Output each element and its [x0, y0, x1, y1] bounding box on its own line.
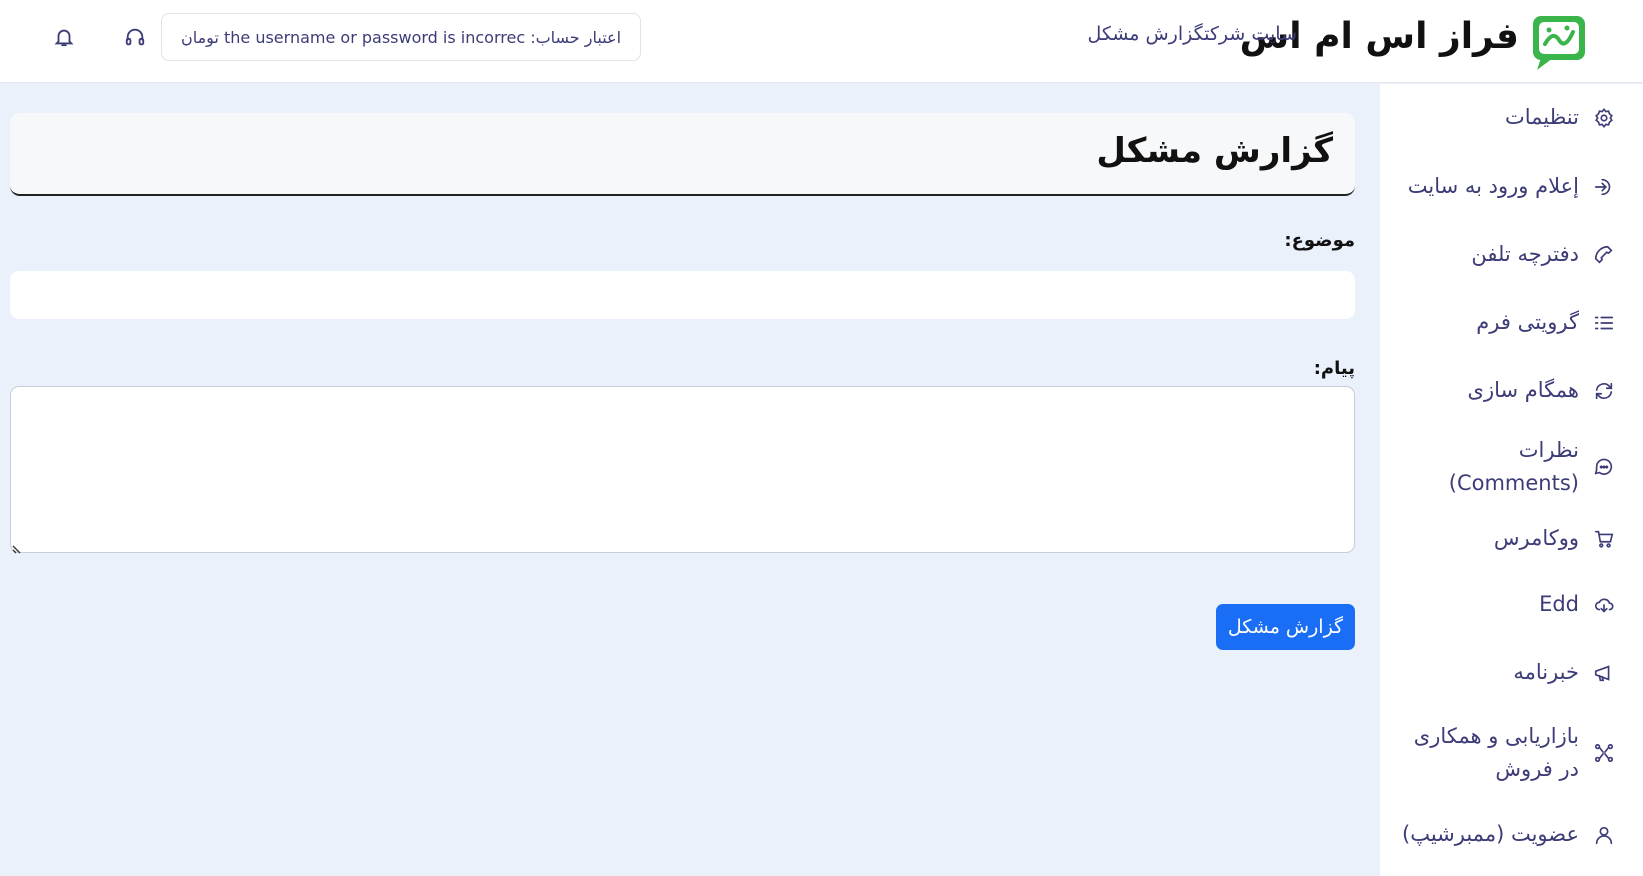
cloud-download-icon	[1593, 594, 1615, 616]
sidebar: تنظیمات إعلام ورود به سایت دفترچه تلفن گ…	[1380, 84, 1643, 876]
sidebar-item-comments[interactable]: نظرات (Comments)	[1380, 434, 1643, 500]
sidebar-item-edd[interactable]: Edd	[1380, 588, 1643, 621]
sidebar-item-label: Edd	[1539, 592, 1579, 616]
sidebar-item-label: دفترچه تلفن	[1471, 242, 1579, 266]
sidebar-item-gravity-forms[interactable]: گرویتی فرم	[1380, 306, 1643, 339]
megaphone-icon	[1593, 662, 1615, 684]
sidebar-item-settings[interactable]: تنظیمات	[1380, 101, 1643, 134]
sidebar-item-sync[interactable]: همگام سازی	[1380, 374, 1643, 407]
sidebar-item-label: عضویت (ممبرشیپ)	[1402, 822, 1579, 846]
breadcrumb: سایت شرکتگزارش مشکل	[1087, 23, 1297, 45]
network-icon	[1593, 742, 1615, 764]
sidebar-item-label: بازاریابی و همکاری در فروش	[1413, 724, 1579, 781]
report-problem-button[interactable]: گزارش مشکل	[1216, 604, 1355, 650]
bell-icon[interactable]	[53, 26, 75, 48]
headset-icon[interactable]	[124, 26, 146, 48]
resize-handle-icon[interactable]	[12, 539, 24, 554]
sidebar-item-label: همگام سازی	[1467, 378, 1579, 402]
sync-icon	[1593, 380, 1615, 402]
subject-label: موضوع:	[1284, 230, 1355, 251]
gear-icon	[1593, 107, 1615, 129]
subject-input[interactable]	[10, 271, 1355, 319]
account-credit-box: اعتبار حساب: the username or password is…	[161, 13, 641, 61]
faraz-sms-logo-icon[interactable]	[1519, 6, 1599, 74]
user-icon	[1593, 824, 1615, 846]
sidebar-item-newsletter[interactable]: خبرنامه	[1380, 656, 1643, 689]
sidebar-item-label: تنظیمات	[1504, 105, 1579, 129]
sidebar-item-label: گرویتی فرم	[1476, 310, 1579, 334]
top-header: فراز اس ام اس سایت شرکتگزارش مشکل اعتبار…	[0, 0, 1643, 83]
message-textarea[interactable]	[10, 386, 1355, 553]
sidebar-item-woocommerce[interactable]: ووکامرس	[1380, 522, 1643, 555]
sidebar-item-label: إعلام ورود به سایت	[1407, 174, 1579, 198]
phone-icon	[1593, 244, 1615, 266]
page-title-card: گزارش مشکل	[10, 113, 1355, 196]
message-label: پیام:	[1313, 358, 1355, 379]
page-title: گزارش مشکل	[1096, 131, 1333, 171]
sidebar-item-label: ووکامرس	[1493, 526, 1579, 550]
sidebar-item-phonebook[interactable]: دفترچه تلفن	[1380, 238, 1643, 271]
comments-icon	[1593, 456, 1615, 478]
cart-icon	[1593, 528, 1615, 550]
list-icon	[1593, 312, 1615, 334]
sidebar-item-membership[interactable]: عضویت (ممبرشیپ)	[1380, 818, 1643, 851]
account-credit-text: اعتبار حساب: the username or password is…	[180, 27, 622, 47]
login-icon	[1593, 176, 1615, 198]
sidebar-item-label: خبرنامه	[1513, 660, 1579, 684]
sidebar-item-login-notify[interactable]: إعلام ورود به سایت	[1380, 170, 1643, 203]
sidebar-item-label: نظرات (Comments)	[1448, 438, 1579, 495]
sidebar-item-affiliate[interactable]: بازاریابی و همکاری در فروش	[1380, 720, 1643, 786]
